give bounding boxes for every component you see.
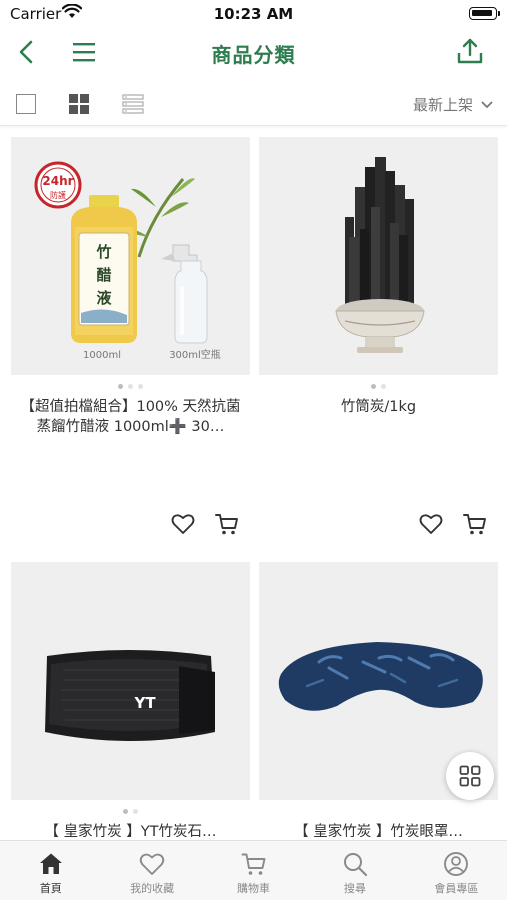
category-grid-button[interactable] (446, 752, 494, 800)
carousel-dot[interactable] (118, 383, 123, 389)
grid-view-icon[interactable] (68, 93, 90, 115)
product-actions (418, 511, 488, 537)
tab-label: 搜尋 (343, 882, 366, 895)
product-card[interactable]: 24hr 防護 竹 醋 液 1000ml 300ml空瓶 【超值拍檔組合】100… (11, 137, 250, 535)
tab-label: 我的收藏 (130, 882, 175, 895)
chevron-down-icon (481, 101, 493, 108)
product-image[interactable] (259, 137, 498, 375)
brand-label: YT (133, 694, 156, 712)
carousel-dot[interactable] (128, 383, 133, 389)
cart-icon[interactable] (214, 511, 240, 537)
carousel-dots (259, 800, 498, 822)
home-icon (39, 853, 62, 874)
product-image[interactable]: 24hr 防護 竹 醋 液 1000ml 300ml空瓶 (11, 137, 250, 375)
carousel-dot[interactable] (138, 383, 143, 389)
sort-label: 最新上架 (412, 96, 473, 114)
product-grid: 24hr 防護 竹 醋 液 1000ml 300ml空瓶 【超值拍檔組合】100… (0, 137, 507, 837)
tab-label: 首頁 (39, 882, 62, 895)
product-card[interactable]: 竹筒炭/1kg (259, 137, 498, 535)
battery-icon (469, 7, 500, 20)
share-icon[interactable] (455, 36, 485, 66)
carousel-dot[interactable] (371, 383, 376, 389)
badge-time: 24hr (42, 174, 73, 188)
list-view-icon[interactable] (122, 94, 144, 114)
product-name[interactable]: 竹筒炭/1kg (259, 397, 498, 417)
carousel-dot[interactable] (133, 808, 138, 814)
search-icon (343, 853, 368, 877)
badge-text: 防護 (50, 190, 66, 200)
heart-icon (139, 853, 165, 875)
product-actions (170, 511, 240, 537)
cart-icon[interactable] (462, 511, 488, 537)
tab-home[interactable]: 首頁 (0, 841, 101, 900)
bamboo-charcoal-image (335, 157, 425, 353)
product-card[interactable]: YT 【 皇家竹炭 】YT竹炭石… (11, 562, 250, 837)
spray-label: 300ml空瓶 (169, 348, 221, 361)
tab-bar: 首頁 我的收藏 購物車 搜尋 會員專區 (0, 840, 507, 900)
tab-favorites[interactable]: 我的收藏 (101, 841, 202, 900)
carousel-dot[interactable] (381, 383, 386, 389)
waist-belt-image: YT (45, 650, 215, 741)
grid-icon (459, 765, 481, 787)
vinegar-bottle-image: 24hr 防護 竹 醋 液 1000ml 300ml空瓶 (34, 161, 221, 361)
tab-label: 會員專區 (434, 882, 479, 895)
sort-dropdown[interactable]: 最新上架 (413, 94, 493, 115)
tab-search[interactable]: 搜尋 (304, 841, 405, 900)
carousel-dots[interactable] (11, 800, 250, 822)
status-bar: Carrier 10:23 AM (0, 0, 507, 28)
label-char-2: 醋 (96, 266, 111, 284)
heart-icon[interactable] (170, 511, 196, 537)
carousel-dots[interactable] (11, 375, 250, 397)
user-icon (444, 852, 469, 876)
page-title: 商品分類 (211, 43, 296, 67)
view-toolbar: 最新上架 (0, 80, 507, 126)
label-char-3: 液 (96, 289, 112, 307)
product-name[interactable]: 【 皇家竹炭 】YT竹炭石… (11, 822, 250, 837)
product-name[interactable]: 【 皇家竹炭 】竹炭眼罩… (259, 822, 498, 837)
tab-member[interactable]: 會員專區 (406, 841, 507, 900)
product-name[interactable]: 【超值拍檔組合】100% 天然抗菌蒸餾竹醋液 1000ml➕ 30… (11, 397, 250, 437)
carousel-dots[interactable] (259, 375, 498, 397)
product-image[interactable]: YT (11, 562, 250, 800)
tab-label: 購物車 (237, 882, 271, 895)
volume-label: 1000ml (83, 350, 121, 361)
clock: 10:23 AM (213, 5, 294, 23)
select-view-checkbox[interactable] (16, 94, 36, 114)
carousel-dot[interactable] (123, 808, 128, 814)
heart-icon[interactable] (418, 511, 444, 537)
nav-header: 商品分類 (0, 28, 507, 76)
tab-cart[interactable]: 購物車 (203, 841, 304, 900)
cart-icon (241, 853, 265, 875)
label-char-1: 竹 (95, 243, 111, 261)
